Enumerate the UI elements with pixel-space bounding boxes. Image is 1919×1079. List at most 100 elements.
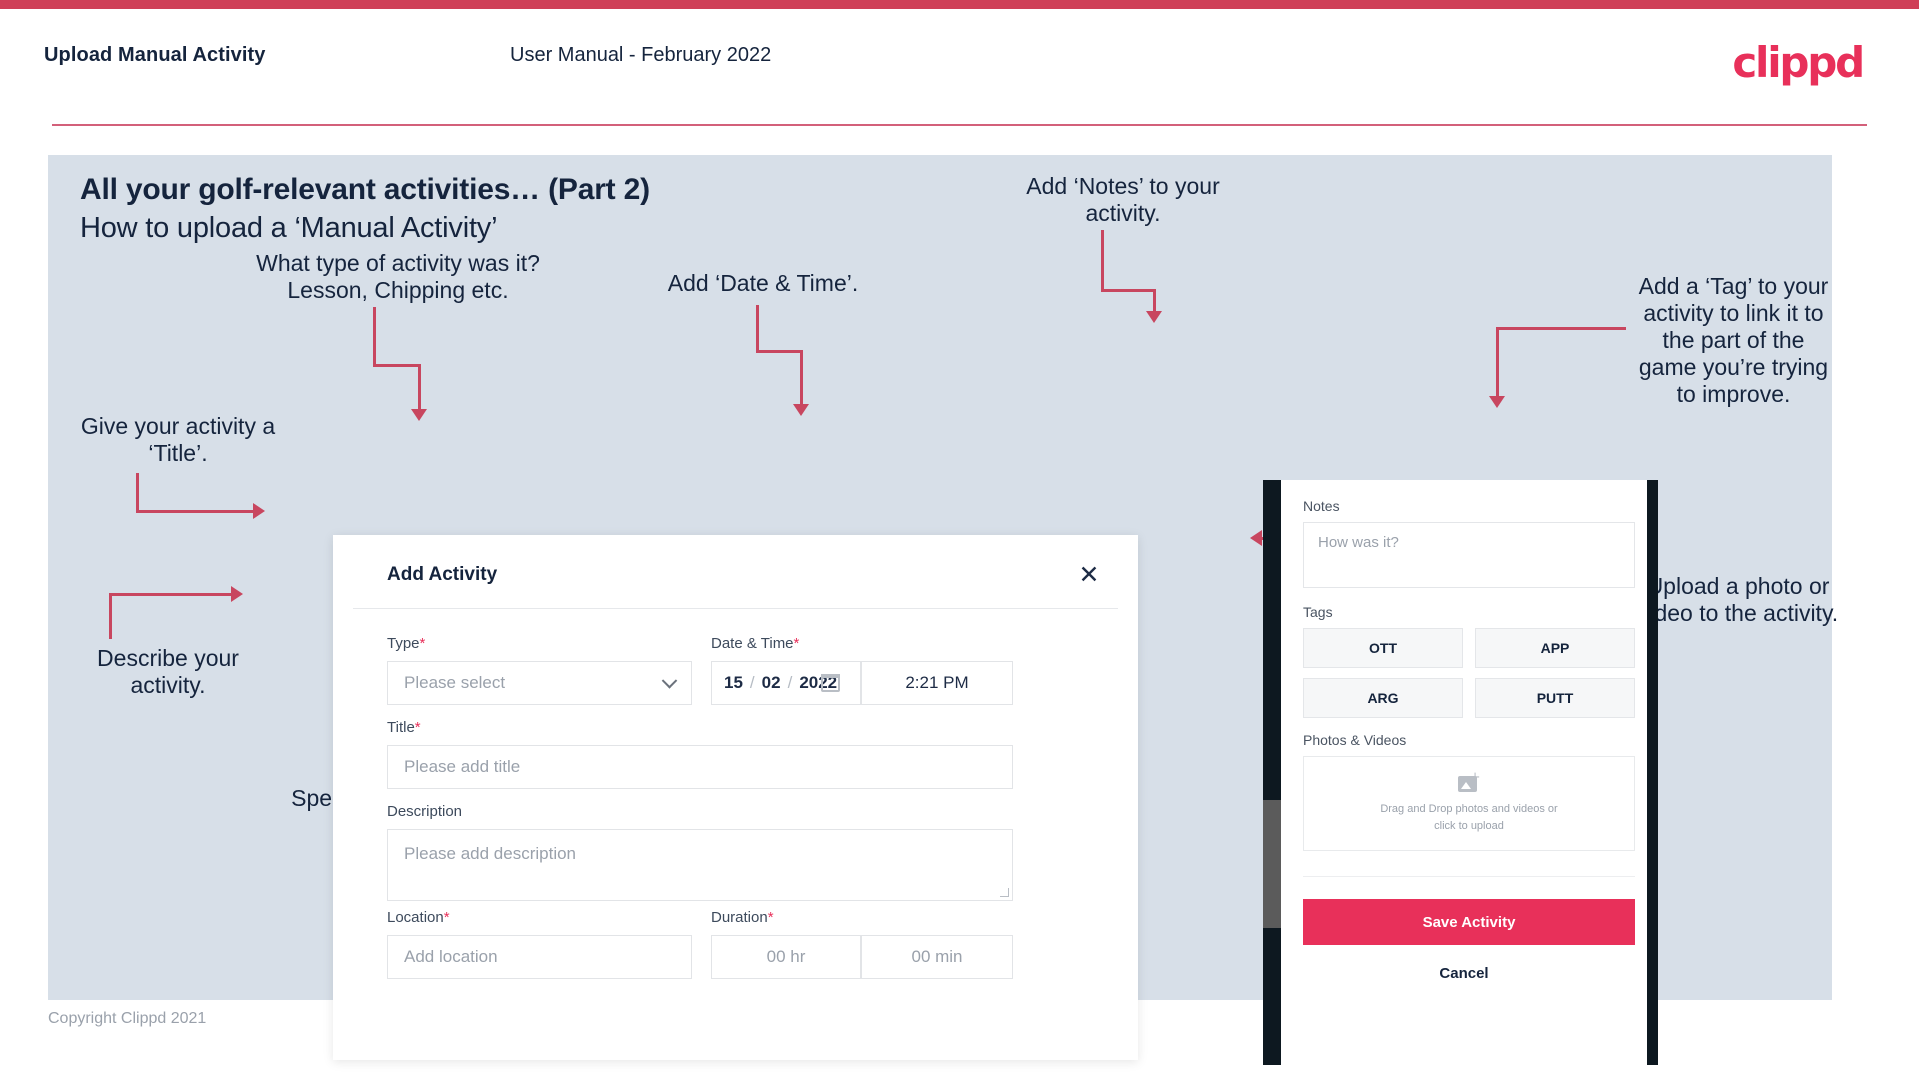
title-label: Title*	[387, 719, 421, 736]
location-label: Location*	[387, 909, 450, 926]
time-value: 2:21 PM	[905, 673, 969, 692]
title-required-mark: *	[414, 719, 421, 736]
duration-minutes-input[interactable]: 00 min	[861, 935, 1013, 979]
header-subtitle: User Manual - February 2022	[510, 44, 772, 66]
arrow-type-seg3	[418, 364, 421, 412]
phone-screen: Notes How was it? Tags OTT APP ARG PUTT …	[1281, 480, 1647, 1065]
phone-divider	[1303, 876, 1635, 877]
footer-copyright: Copyright Clippd 2021	[48, 1010, 207, 1027]
media-label: Photos & Videos	[1303, 732, 1407, 748]
tag-label-arg: ARG	[1367, 690, 1399, 706]
location-required-mark: *	[443, 909, 450, 926]
arrow-datetime-seg2	[756, 350, 803, 353]
add-activity-dialog: Add Activity ✕ Type* Please select Date …	[333, 535, 1138, 1060]
date-separator-1: /	[749, 673, 755, 692]
arrow-notes-head	[1146, 311, 1162, 323]
arrow-desc-seg1	[109, 593, 112, 639]
notes-textarea[interactable]: How was it?	[1303, 522, 1635, 588]
tag-label-putt: PUTT	[1536, 690, 1574, 706]
image-upload-icon: +	[1457, 771, 1481, 792]
arrow-tags-head	[1489, 396, 1505, 408]
arrow-title-head	[253, 503, 265, 519]
type-select[interactable]: Please select	[387, 661, 692, 705]
tags-label: Tags	[1303, 604, 1333, 620]
tag-button-putt[interactable]: PUTT	[1475, 678, 1635, 718]
cancel-button[interactable]: Cancel	[1281, 965, 1647, 982]
close-icon[interactable]: ✕	[1072, 557, 1106, 591]
phone-left-edge	[1263, 480, 1281, 1065]
phone-right-edge	[1647, 480, 1658, 1065]
save-activity-label: Save Activity	[1422, 913, 1516, 931]
tag-button-app[interactable]: APP	[1475, 628, 1635, 668]
annotation-notes: Add ‘Notes’ to your activity.	[1026, 173, 1220, 226]
media-dropzone[interactable]: + Drag and Drop photos and videos or cli…	[1303, 756, 1635, 851]
calendar-icon[interactable]	[821, 674, 840, 692]
cancel-label: Cancel	[1439, 965, 1489, 982]
phone-mockup: Notes How was it? Tags OTT APP ARG PUTT …	[1263, 480, 1658, 1065]
date-separator-2: /	[787, 673, 793, 692]
arrow-type-seg1	[373, 307, 376, 367]
slide-title: All your golf-relevant activities… (Part…	[80, 173, 650, 206]
dialog-title: Add Activity	[387, 564, 498, 585]
time-input[interactable]: 2:21 PM	[861, 661, 1013, 705]
date-month: 02	[761, 673, 781, 692]
type-label-text: Type	[387, 635, 420, 652]
notes-label: Notes	[1303, 498, 1340, 514]
annotation-description: Describe your activity.	[97, 645, 239, 698]
slide-panel: All your golf-relevant activities… (Part…	[48, 155, 1838, 1065]
datetime-label-text: Date & Time	[711, 635, 794, 652]
save-activity-button[interactable]: Save Activity	[1303, 899, 1635, 945]
arrow-type-head	[411, 409, 427, 421]
duration-hours-input[interactable]: 00 hr	[711, 935, 861, 979]
annotation-datetime: Add ‘Date & Time’.	[667, 270, 859, 296]
arrow-type-seg2	[373, 364, 421, 367]
description-textarea[interactable]: Please add description	[387, 829, 1013, 901]
arrow-notes-seg1	[1101, 230, 1104, 292]
description-label-text: Description	[387, 803, 463, 820]
type-placeholder: Please select	[404, 673, 506, 692]
tag-button-ott[interactable]: OTT	[1303, 628, 1463, 668]
arrow-tags-seg2	[1496, 327, 1499, 399]
arrow-notes-seg2	[1101, 289, 1156, 292]
duration-minutes-placeholder: 00 min	[911, 947, 963, 966]
arrow-title-seg2	[136, 510, 256, 513]
duration-label: Duration*	[711, 909, 774, 926]
chevron-down-icon	[661, 673, 678, 689]
arrow-datetime-seg1	[756, 305, 759, 353]
location-placeholder: Add location	[404, 947, 498, 966]
tag-label-ott: OTT	[1369, 640, 1397, 656]
location-input[interactable]: Add location	[387, 935, 692, 979]
date-input[interactable]: 15 / 02 / 2022	[711, 661, 861, 705]
arrow-datetime-seg3	[800, 350, 803, 407]
slide-subtitle: How to upload a ‘Manual Activity’	[80, 212, 498, 244]
title-input[interactable]: Please add title	[387, 745, 1013, 789]
datetime-label: Date & Time*	[711, 635, 799, 652]
duration-label-text: Duration	[711, 909, 768, 926]
location-label-text: Location	[387, 909, 444, 926]
title-placeholder: Please add title	[404, 757, 521, 776]
date-day: 15	[724, 673, 743, 692]
title-label-text: Title	[387, 719, 415, 736]
arrow-upload-head	[1250, 530, 1262, 546]
dialog-divider	[353, 608, 1118, 609]
media-dropzone-text: Drag and Drop photos and videos or click…	[1380, 803, 1558, 832]
notes-placeholder: How was it?	[1318, 534, 1399, 551]
arrow-desc-head	[231, 586, 243, 602]
type-required-mark: *	[419, 635, 426, 652]
tag-label-app: APP	[1540, 640, 1570, 656]
type-label: Type*	[387, 635, 425, 652]
tag-button-arg[interactable]: ARG	[1303, 678, 1463, 718]
description-label: Description	[387, 803, 462, 820]
duration-required-mark: *	[767, 909, 774, 926]
top-accent-bar	[0, 0, 1919, 9]
annotation-tags: Add a ‘Tag’ to your activity to link it …	[1638, 273, 1829, 407]
arrow-datetime-head	[793, 404, 809, 416]
description-placeholder: Please add description	[404, 844, 577, 863]
header-divider	[52, 124, 1867, 126]
arrow-title-seg1	[136, 473, 139, 513]
duration-hours-placeholder: 00 hr	[766, 947, 806, 966]
arrow-tags-seg1	[1496, 327, 1626, 330]
phone-volume-button	[1263, 800, 1281, 928]
datetime-required-mark: *	[793, 635, 800, 652]
annotation-type: What type of activity was it? Lesson, Ch…	[256, 250, 540, 303]
